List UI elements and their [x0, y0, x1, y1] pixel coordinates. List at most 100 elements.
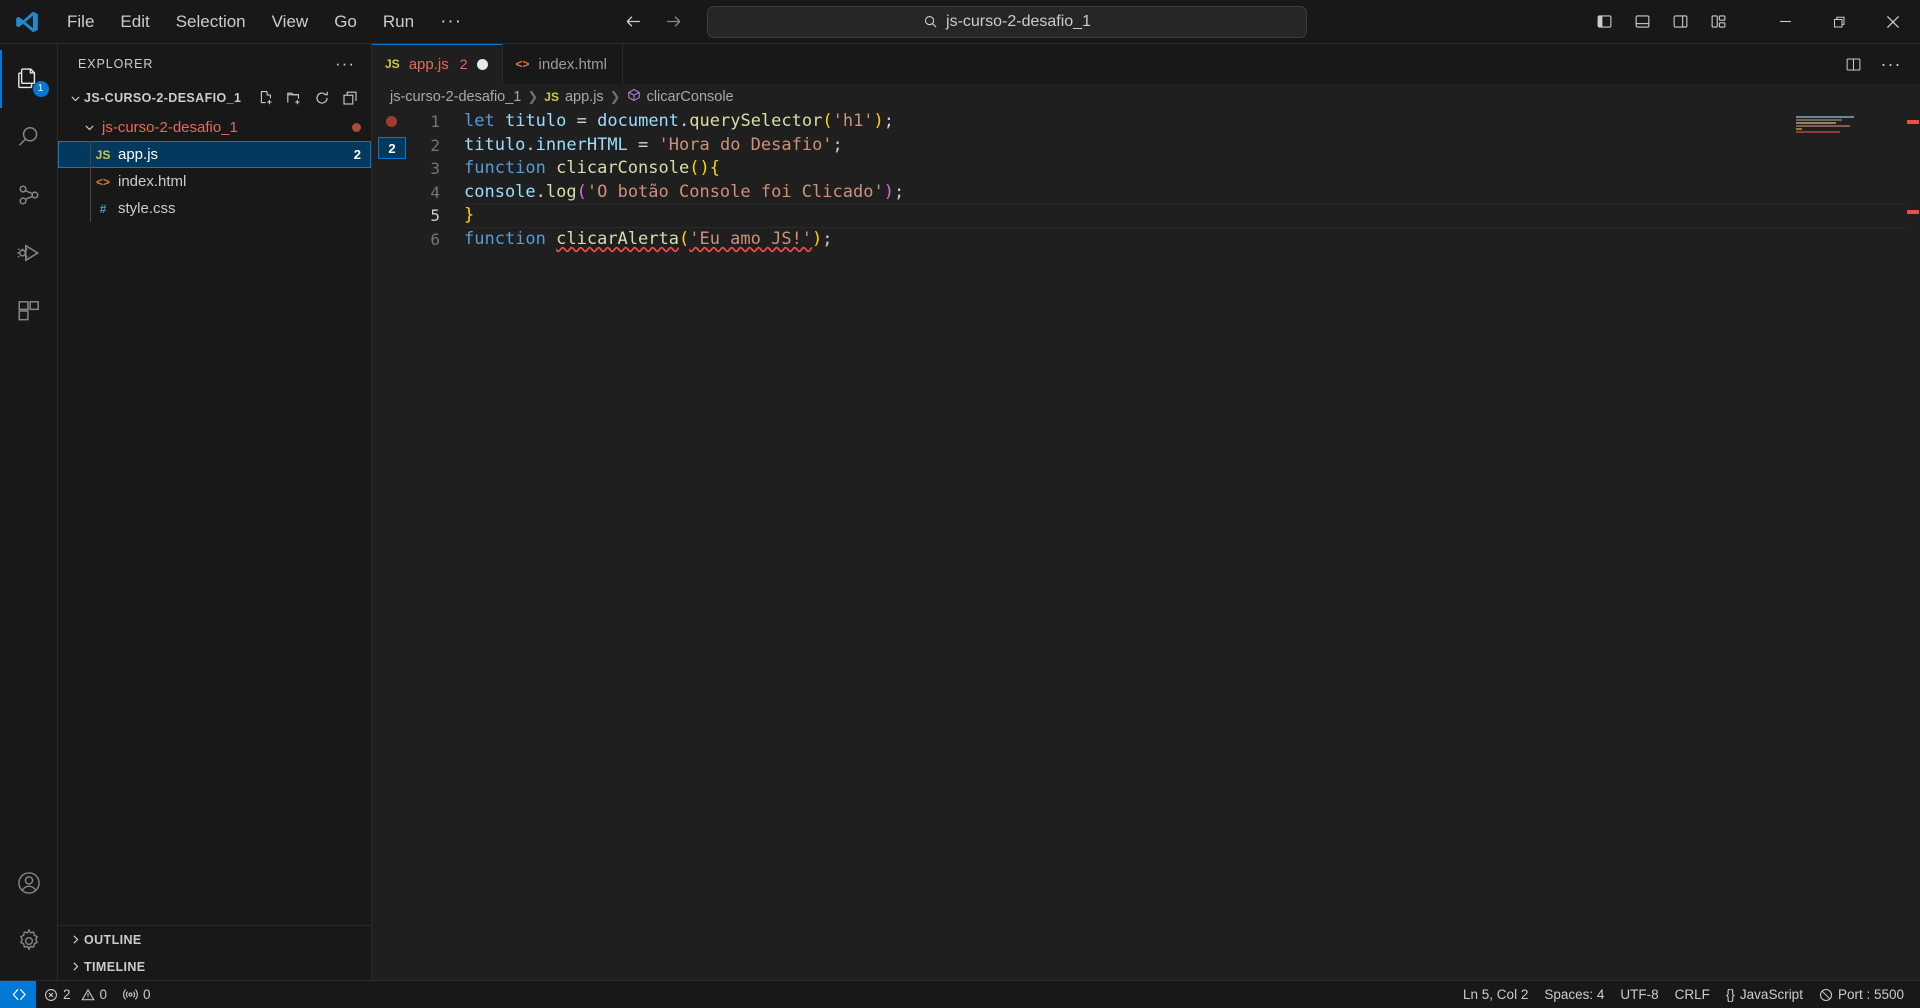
- remote-window-button[interactable]: [0, 980, 36, 1008]
- warning-icon: [80, 988, 95, 1002]
- editor-tabs: JS app.js 2 <> index.html: [372, 44, 623, 84]
- tree-folder-js-curso-2-desafio_1[interactable]: js-curso-2-desafio_1: [58, 114, 371, 141]
- breadcrumb-symbol[interactable]: clicarConsole: [627, 88, 734, 106]
- line-number-active: 5: [430, 206, 440, 225]
- code-editor[interactable]: 2 1 2 3 4 5 6 let titulo = document.quer…: [372, 110, 1920, 980]
- line-numbers: 1 2 3 4 5 6: [406, 110, 446, 980]
- status-problems[interactable]: 2 0: [36, 981, 115, 1008]
- activity-source-control[interactable]: [0, 166, 58, 224]
- glyph-error-count-badge: 2: [378, 137, 406, 159]
- breadcrumb-folder[interactable]: js-curso-2-desafio_1: [390, 89, 521, 105]
- restore-button[interactable]: [1812, 0, 1866, 44]
- command-center-text: js-curso-2-desafio_1: [946, 12, 1091, 30]
- activity-accounts[interactable]: [0, 854, 58, 912]
- code-line-2: titulo.innerHTML = 'Hora do Desafio';: [464, 134, 843, 155]
- js-file-icon: JS: [95, 147, 111, 162]
- menu-edit[interactable]: Edit: [107, 7, 162, 37]
- ports-count: 0: [143, 987, 151, 1002]
- toggle-panel-icon[interactable]: [1624, 5, 1660, 39]
- status-ports[interactable]: 0: [115, 981, 159, 1008]
- section-timeline[interactable]: TIMELINE: [58, 953, 371, 980]
- tree-file-style-css[interactable]: # style.css: [58, 195, 371, 222]
- warning-count: 0: [99, 987, 108, 1002]
- status-eol[interactable]: CRLF: [1667, 981, 1718, 1008]
- js-file-icon: JS: [385, 57, 400, 71]
- html-file-icon: <>: [95, 174, 110, 189]
- file-label: index.html: [118, 173, 187, 190]
- breakpoint-error-glyph[interactable]: [386, 116, 397, 127]
- minimize-button[interactable]: [1758, 0, 1812, 44]
- code-line-3: function clicarConsole(){: [464, 158, 720, 178]
- workbench-body: 1 EXPLORER ··· JS-CURSO-2-DESAFIO_1 js-c…: [0, 44, 1920, 980]
- toggle-primary-sidebar-icon[interactable]: [1586, 5, 1622, 39]
- split-editor-icon[interactable]: [1836, 48, 1870, 80]
- status-bar: 2 0 0 Ln 5, Col 2 Spaces: 4 UTF-8 CRLF {…: [0, 980, 1920, 1008]
- collapse-all-icon[interactable]: [337, 86, 363, 110]
- menu-view[interactable]: View: [259, 7, 322, 37]
- breadcrumb-file[interactable]: JS app.js: [544, 89, 603, 105]
- chevron-right-icon: [66, 960, 84, 973]
- menu-go[interactable]: Go: [321, 7, 370, 37]
- menu-selection[interactable]: Selection: [163, 7, 259, 37]
- explorer-folders-section-header[interactable]: JS-CURSO-2-DESAFIO_1: [58, 84, 371, 112]
- tab-index-html[interactable]: <> index.html: [502, 44, 623, 84]
- forward-button[interactable]: [653, 5, 693, 39]
- activity-extensions[interactable]: [0, 282, 58, 340]
- activity-run-and-debug[interactable]: [0, 224, 58, 282]
- file-label: app.js: [118, 146, 159, 163]
- sidebar-more-actions-button[interactable]: ···: [327, 52, 363, 76]
- html-file-icon: <>: [515, 57, 530, 71]
- status-indentation[interactable]: Spaces: 4: [1536, 981, 1612, 1008]
- code-content[interactable]: let titulo = document.querySelector('h1'…: [446, 110, 1920, 980]
- status-cursor-position[interactable]: Ln 5, Col 2: [1455, 981, 1536, 1008]
- toggle-secondary-sidebar-icon[interactable]: [1662, 5, 1698, 39]
- vscode-logo-icon: [0, 9, 54, 35]
- menu-bar: File Edit Selection View Go Run ···: [54, 7, 475, 37]
- status-encoding[interactable]: UTF-8: [1612, 981, 1666, 1008]
- chevron-right-icon: ❯: [609, 89, 621, 104]
- js-file-icon: JS: [544, 90, 559, 104]
- status-bar-right: Ln 5, Col 2 Spaces: 4 UTF-8 CRLF {} Java…: [1455, 981, 1920, 1008]
- title-bar: File Edit Selection View Go Run ··· js-c…: [0, 0, 1920, 44]
- overview-error-mark: [1907, 120, 1919, 124]
- code-line-1: let titulo = document.querySelector('h1'…: [464, 111, 895, 131]
- menu-more-button[interactable]: ···: [427, 11, 475, 33]
- tab-error-count: 2: [459, 56, 468, 72]
- explorer-badge: 1: [32, 81, 49, 97]
- new-folder-icon[interactable]: [281, 86, 307, 110]
- tab-app-js[interactable]: JS app.js 2: [372, 44, 503, 84]
- tree-file-index-html[interactable]: <> index.html: [58, 168, 371, 195]
- overview-ruler[interactable]: [1906, 110, 1920, 980]
- activity-explorer[interactable]: 1: [0, 50, 58, 108]
- command-center-search[interactable]: js-curso-2-desafio_1: [707, 5, 1307, 38]
- braces-icon: {}: [1725, 987, 1735, 1002]
- language-label: JavaScript: [1739, 987, 1803, 1002]
- menu-run[interactable]: Run: [370, 7, 427, 37]
- indent-guide: [90, 195, 91, 222]
- layout-controls: [1586, 5, 1736, 39]
- ports-icon: [123, 987, 138, 1002]
- activity-settings[interactable]: [0, 912, 58, 970]
- tree-file-app-js[interactable]: JS app.js 2: [58, 141, 371, 168]
- broadcast-icon: [1819, 988, 1833, 1002]
- customize-layout-icon[interactable]: [1700, 5, 1736, 39]
- file-error-badge: 2: [353, 147, 361, 162]
- tab-unsaved-dot[interactable]: [476, 58, 488, 70]
- code-line-5: }: [464, 204, 1920, 228]
- activity-search[interactable]: [0, 108, 58, 166]
- back-button[interactable]: [613, 5, 653, 39]
- editor-tab-bar: JS app.js 2 <> index.html ···: [372, 44, 1920, 84]
- file-tree: js-curso-2-desafio_1 JS app.js 2 <> inde…: [58, 112, 371, 925]
- close-button[interactable]: [1866, 0, 1920, 44]
- new-file-icon[interactable]: [253, 86, 279, 110]
- section-outline[interactable]: OUTLINE: [58, 926, 371, 953]
- status-language-mode[interactable]: {} JavaScript: [1718, 981, 1811, 1008]
- explorer-actions: [253, 86, 363, 110]
- status-live-server[interactable]: Port : 5500: [1811, 981, 1920, 1008]
- folder-label: js-curso-2-desafio_1: [102, 119, 238, 136]
- editor-more-actions-icon[interactable]: ···: [1874, 48, 1908, 80]
- refresh-icon[interactable]: [309, 86, 335, 110]
- sidebar-header: EXPLORER ···: [58, 44, 371, 84]
- menu-file[interactable]: File: [54, 7, 107, 37]
- explorer-sidebar: EXPLORER ··· JS-CURSO-2-DESAFIO_1 js-cur…: [58, 44, 372, 980]
